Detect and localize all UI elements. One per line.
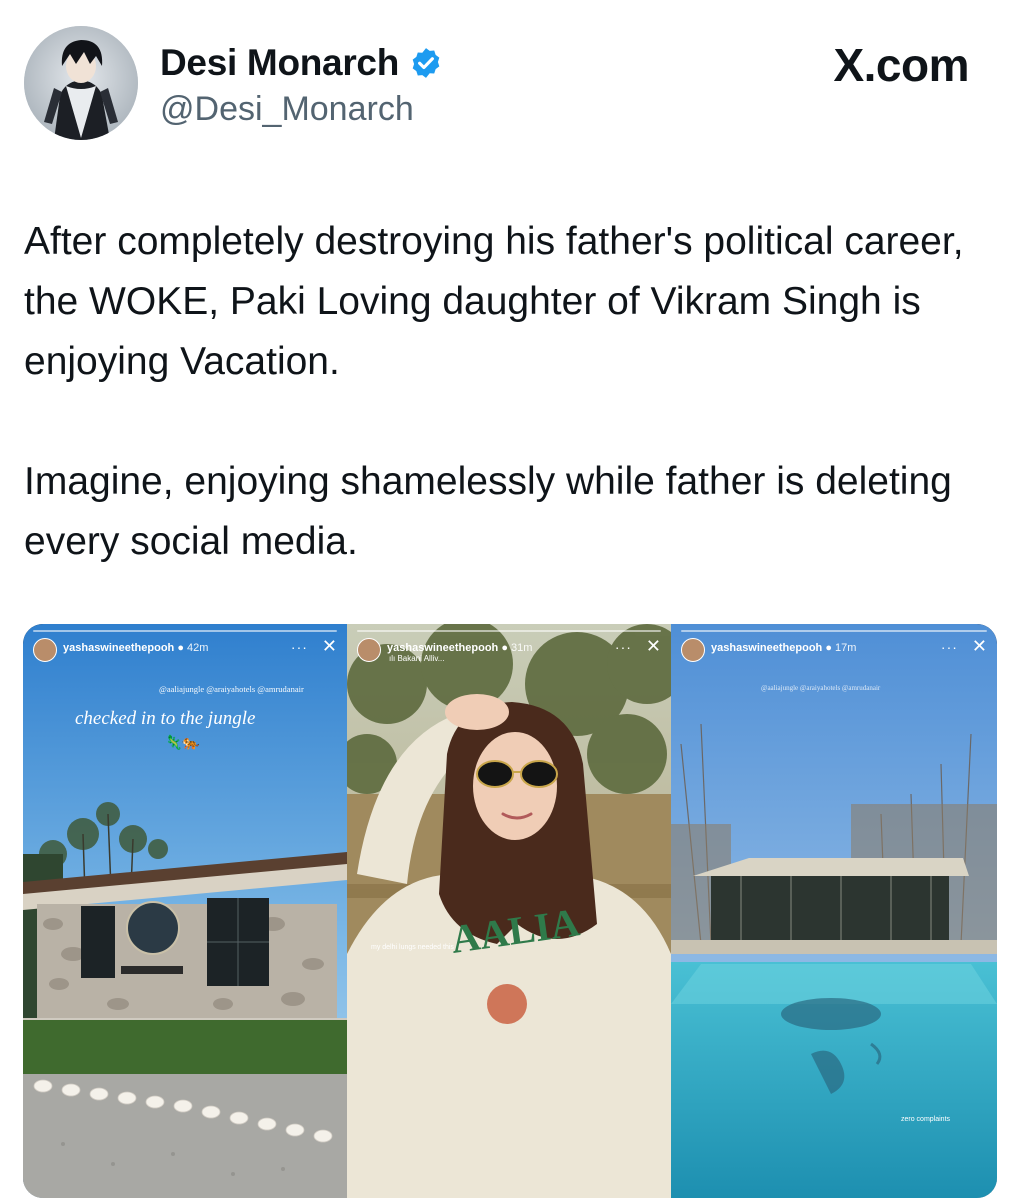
story-3-time: 17m — [834, 642, 857, 654]
story-3-photo — [671, 624, 997, 1198]
more-options-icon[interactable]: ··· — [615, 639, 632, 655]
story-1-time: 42m — [186, 642, 209, 654]
story-2-username-text: yashaswineethepooh — [387, 642, 499, 654]
more-options-icon[interactable]: ··· — [941, 639, 958, 655]
more-options-icon[interactable]: ··· — [291, 639, 308, 655]
tweet-media-grid[interactable]: yashaswineethepooh ● 42m ··· ✕ @aaliajung… — [23, 624, 997, 1198]
audio-bars-icon: ılı — [389, 654, 396, 663]
story-1-caption: checked in to the jungle — [75, 708, 256, 729]
story-1-controls: ··· ✕ — [291, 636, 337, 657]
story-2-location[interactable]: ılı Bakani Alliv... — [389, 654, 444, 663]
story-1-username-text: yashaswineethepooh — [63, 642, 175, 654]
close-icon[interactable]: ✕ — [646, 636, 661, 657]
close-icon[interactable]: ✕ — [972, 636, 987, 657]
author-name[interactable]: Desi Monarch — [160, 42, 399, 84]
story-screenshot-3[interactable]: yashaswineethepooh ● 17m ··· ✕ @aaliajung… — [671, 624, 997, 1198]
story-2-photo: AALIA — [347, 624, 671, 1198]
x-com-logo: X.com — [833, 39, 969, 91]
story-2-progress-bar — [357, 630, 661, 632]
story-3-username-text: yashaswineethepooh — [711, 642, 823, 654]
story-3-caption: zero complaints — [901, 1116, 951, 1123]
story-3-progress-bar — [681, 630, 987, 632]
story-3-username[interactable]: yashaswineethepooh ● 17m — [711, 642, 856, 654]
story-2-avatar[interactable] — [357, 638, 381, 662]
story-1-avatar[interactable] — [33, 638, 57, 662]
tweet-header: Desi Monarch @Desi_Monarch X.com — [0, 0, 1019, 170]
story-1-emoji-sticker: 🦎🐅 — [165, 734, 200, 750]
story-2-caption: my delhi lungs needed this — [371, 944, 454, 951]
story-3-controls: ··· ✕ — [941, 636, 987, 657]
tweet-paragraph-1: After completely destroying his father's… — [24, 220, 964, 383]
story-2-controls: ··· ✕ — [615, 636, 661, 657]
story-2-location-text: Bakani Alliv... — [397, 654, 445, 663]
story-1-username[interactable]: yashaswineethepooh ● 42m — [63, 642, 208, 654]
story-3-mentions[interactable]: @aaliajungle @araiyahotels @amrudanair — [761, 684, 880, 692]
author-avatar[interactable] — [24, 26, 138, 140]
story-screenshot-2[interactable]: AALIA yashaswineethepooh ● 31m ılı Bakani… — [347, 624, 671, 1198]
story-1-progress-bar — [33, 630, 337, 632]
close-icon[interactable]: ✕ — [322, 636, 337, 657]
story-screenshot-1[interactable]: yashaswineethepooh ● 42m ··· ✕ @aaliajung… — [23, 624, 347, 1198]
verified-badge-icon — [412, 48, 440, 78]
author-name-row: Desi Monarch — [160, 42, 443, 84]
story-1-mentions[interactable]: @aaliajungle @araiyahotels @amrudanair — [159, 684, 304, 694]
story-2-time: 31m — [510, 642, 533, 654]
story-2-username[interactable]: yashaswineethepooh ● 31m — [387, 642, 532, 654]
story-3-avatar[interactable] — [681, 638, 705, 662]
author-handle[interactable]: @Desi_Monarch — [160, 90, 414, 129]
tweet-text: After completely destroying his father's… — [24, 212, 984, 572]
tweet-paragraph-2: Imagine, enjoying shamelessly while fath… — [24, 460, 952, 563]
